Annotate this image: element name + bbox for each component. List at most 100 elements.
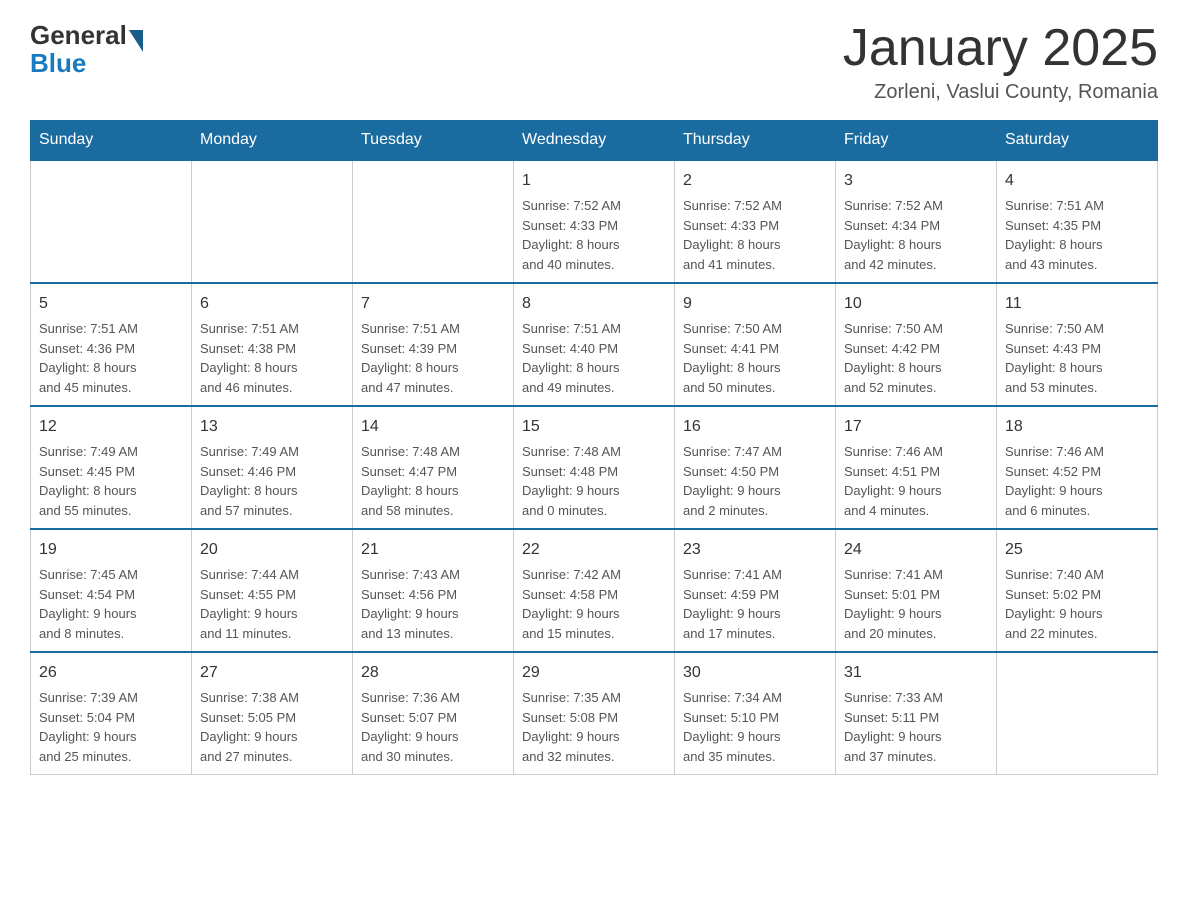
- day-info: Sunrise: 7:48 AMSunset: 4:47 PMDaylight:…: [361, 442, 505, 520]
- day-number: 25: [1005, 538, 1149, 562]
- day-number: 5: [39, 292, 183, 316]
- day-number: 28: [361, 661, 505, 685]
- day-number: 7: [361, 292, 505, 316]
- calendar-table: SundayMondayTuesdayWednesdayThursdayFrid…: [30, 120, 1158, 775]
- calendar-cell: [192, 160, 353, 283]
- day-number: 15: [522, 415, 666, 439]
- day-info: Sunrise: 7:46 AMSunset: 4:51 PMDaylight:…: [844, 442, 988, 520]
- calendar-cell: 14 Sunrise: 7:48 AMSunset: 4:47 PMDayligh…: [353, 406, 514, 529]
- day-number: 27: [200, 661, 344, 685]
- calendar-cell: 25 Sunrise: 7:40 AMSunset: 5:02 PMDayligh…: [997, 529, 1158, 652]
- day-info: Sunrise: 7:46 AMSunset: 4:52 PMDaylight:…: [1005, 442, 1149, 520]
- week-row-1: 1 Sunrise: 7:52 AMSunset: 4:33 PMDaylight…: [31, 160, 1158, 283]
- logo: General Blue: [30, 20, 143, 79]
- day-number: 10: [844, 292, 988, 316]
- day-number: 26: [39, 661, 183, 685]
- day-number: 1: [522, 169, 666, 193]
- calendar-cell: 20 Sunrise: 7:44 AMSunset: 4:55 PMDayligh…: [192, 529, 353, 652]
- day-info: Sunrise: 7:38 AMSunset: 5:05 PMDaylight:…: [200, 688, 344, 766]
- calendar-cell: 6Sunrise: 7:51 AMSunset: 4:38 PMDaylight…: [192, 283, 353, 406]
- calendar-cell: 31Sunrise: 7:33 AMSunset: 5:11 PMDayligh…: [836, 652, 997, 775]
- calendar-cell: 8Sunrise: 7:51 AMSunset: 4:40 PMDaylight…: [514, 283, 675, 406]
- header-tuesday: Tuesday: [353, 121, 514, 161]
- header-thursday: Thursday: [675, 121, 836, 161]
- week-row-4: 19Sunrise: 7:45 AMSunset: 4:54 PMDayligh…: [31, 529, 1158, 652]
- day-number: 14: [361, 415, 505, 439]
- calendar-cell: 19Sunrise: 7:45 AMSunset: 4:54 PMDayligh…: [31, 529, 192, 652]
- week-row-3: 12 Sunrise: 7:49 AMSunset: 4:45 PMDayligh…: [31, 406, 1158, 529]
- day-info: Sunrise: 7:45 AMSunset: 4:54 PMDaylight:…: [39, 565, 183, 643]
- day-info: Sunrise: 7:47 AMSunset: 4:50 PMDaylight:…: [683, 442, 827, 520]
- week-row-2: 5 Sunrise: 7:51 AMSunset: 4:36 PMDaylight…: [31, 283, 1158, 406]
- day-info: Sunrise: 7:50 AMSunset: 4:41 PMDaylight:…: [683, 319, 827, 397]
- calendar-cell: [997, 652, 1158, 775]
- calendar-cell: 16 Sunrise: 7:47 AMSunset: 4:50 PMDayligh…: [675, 406, 836, 529]
- calendar-cell: 22 Sunrise: 7:42 AMSunset: 4:58 PMDayligh…: [514, 529, 675, 652]
- day-number: 16: [683, 415, 827, 439]
- day-info: Sunrise: 7:49 AMSunset: 4:45 PMDaylight:…: [39, 442, 183, 520]
- day-number: 9: [683, 292, 827, 316]
- day-number: 23: [683, 538, 827, 562]
- calendar-cell: 9 Sunrise: 7:50 AMSunset: 4:41 PMDaylight…: [675, 283, 836, 406]
- header-saturday: Saturday: [997, 121, 1158, 161]
- day-info: Sunrise: 7:52 AMSunset: 4:33 PMDaylight:…: [683, 196, 827, 274]
- calendar-cell: 15 Sunrise: 7:48 AMSunset: 4:48 PMDayligh…: [514, 406, 675, 529]
- day-number: 20: [200, 538, 344, 562]
- calendar-cell: 29 Sunrise: 7:35 AMSunset: 5:08 PMDayligh…: [514, 652, 675, 775]
- calendar-cell: 10 Sunrise: 7:50 AMSunset: 4:42 PMDayligh…: [836, 283, 997, 406]
- calendar-cell: [31, 160, 192, 283]
- day-info: Sunrise: 7:49 AMSunset: 4:46 PMDaylight:…: [200, 442, 344, 520]
- day-info: Sunrise: 7:48 AMSunset: 4:48 PMDaylight:…: [522, 442, 666, 520]
- day-info: Sunrise: 7:50 AMSunset: 4:43 PMDaylight:…: [1005, 319, 1149, 397]
- day-info: Sunrise: 7:34 AMSunset: 5:10 PMDaylight:…: [683, 688, 827, 766]
- day-number: 29: [522, 661, 666, 685]
- day-number: 22: [522, 538, 666, 562]
- calendar-cell: 18 Sunrise: 7:46 AMSunset: 4:52 PMDayligh…: [997, 406, 1158, 529]
- header-monday: Monday: [192, 121, 353, 161]
- header-wednesday: Wednesday: [514, 121, 675, 161]
- week-row-5: 26 Sunrise: 7:39 AMSunset: 5:04 PMDayligh…: [31, 652, 1158, 775]
- day-info: Sunrise: 7:42 AMSunset: 4:58 PMDaylight:…: [522, 565, 666, 643]
- day-info: Sunrise: 7:39 AMSunset: 5:04 PMDaylight:…: [39, 688, 183, 766]
- calendar-cell: 13Sunrise: 7:49 AMSunset: 4:46 PMDayligh…: [192, 406, 353, 529]
- calendar-subtitle: Zorleni, Vaslui County, Romania: [843, 81, 1158, 104]
- title-section: January 2025 Zorleni, Vaslui County, Rom…: [843, 20, 1158, 104]
- day-number: 18: [1005, 415, 1149, 439]
- calendar-cell: 5 Sunrise: 7:51 AMSunset: 4:36 PMDaylight…: [31, 283, 192, 406]
- day-info: Sunrise: 7:40 AMSunset: 5:02 PMDaylight:…: [1005, 565, 1149, 643]
- day-number: 2: [683, 169, 827, 193]
- logo-blue-text: Blue: [30, 48, 143, 79]
- calendar-cell: 27 Sunrise: 7:38 AMSunset: 5:05 PMDayligh…: [192, 652, 353, 775]
- day-number: 24: [844, 538, 988, 562]
- day-number: 8: [522, 292, 666, 316]
- day-number: 3: [844, 169, 988, 193]
- day-info: Sunrise: 7:35 AMSunset: 5:08 PMDaylight:…: [522, 688, 666, 766]
- calendar-cell: 2 Sunrise: 7:52 AMSunset: 4:33 PMDaylight…: [675, 160, 836, 283]
- calendar-cell: 17 Sunrise: 7:46 AMSunset: 4:51 PMDayligh…: [836, 406, 997, 529]
- calendar-cell: 1 Sunrise: 7:52 AMSunset: 4:33 PMDaylight…: [514, 160, 675, 283]
- calendar-cell: 4Sunrise: 7:51 AMSunset: 4:35 PMDaylight…: [997, 160, 1158, 283]
- day-info: Sunrise: 7:36 AMSunset: 5:07 PMDaylight:…: [361, 688, 505, 766]
- day-info: Sunrise: 7:44 AMSunset: 4:55 PMDaylight:…: [200, 565, 344, 643]
- day-number: 6: [200, 292, 344, 316]
- day-info: Sunrise: 7:52 AMSunset: 4:33 PMDaylight:…: [522, 196, 666, 274]
- day-info: Sunrise: 7:41 AMSunset: 5:01 PMDaylight:…: [844, 565, 988, 643]
- day-number: 12: [39, 415, 183, 439]
- day-info: Sunrise: 7:51 AMSunset: 4:39 PMDaylight:…: [361, 319, 505, 397]
- calendar-cell: 11Sunrise: 7:50 AMSunset: 4:43 PMDayligh…: [997, 283, 1158, 406]
- calendar-cell: 23Sunrise: 7:41 AMSunset: 4:59 PMDayligh…: [675, 529, 836, 652]
- calendar-cell: 30Sunrise: 7:34 AMSunset: 5:10 PMDayligh…: [675, 652, 836, 775]
- header-sunday: Sunday: [31, 121, 192, 161]
- day-info: Sunrise: 7:52 AMSunset: 4:34 PMDaylight:…: [844, 196, 988, 274]
- calendar-title: January 2025: [843, 20, 1158, 77]
- day-number: 21: [361, 538, 505, 562]
- calendar-cell: 28 Sunrise: 7:36 AMSunset: 5:07 PMDayligh…: [353, 652, 514, 775]
- day-info: Sunrise: 7:33 AMSunset: 5:11 PMDaylight:…: [844, 688, 988, 766]
- day-info: Sunrise: 7:50 AMSunset: 4:42 PMDaylight:…: [844, 319, 988, 397]
- day-info: Sunrise: 7:43 AMSunset: 4:56 PMDaylight:…: [361, 565, 505, 643]
- calendar-cell: 26 Sunrise: 7:39 AMSunset: 5:04 PMDayligh…: [31, 652, 192, 775]
- day-info: Sunrise: 7:51 AMSunset: 4:36 PMDaylight:…: [39, 319, 183, 397]
- day-number: 17: [844, 415, 988, 439]
- calendar-cell: 21 Sunrise: 7:43 AMSunset: 4:56 PMDayligh…: [353, 529, 514, 652]
- header-friday: Friday: [836, 121, 997, 161]
